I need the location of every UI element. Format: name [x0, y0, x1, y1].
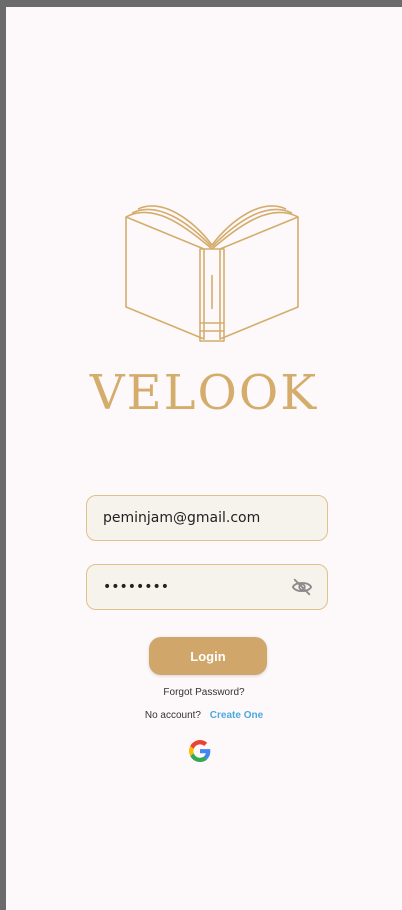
no-account-label: No account?	[144, 710, 201, 721]
login-button[interactable]: Login	[149, 637, 267, 675]
forgot-password-link[interactable]: Forgot Password?	[6, 687, 402, 698]
signup-row: No account? Create One	[6, 710, 402, 721]
login-screen: VELOOK Login Forgot Password? No account…	[6, 7, 402, 910]
open-book-icon	[112, 203, 312, 353]
email-input[interactable]	[101, 509, 313, 527]
create-account-link[interactable]: Create One	[210, 710, 263, 721]
brand-name: VELOOK	[89, 365, 319, 421]
email-field[interactable]	[86, 495, 328, 541]
password-field[interactable]	[86, 564, 328, 610]
eye-off-icon[interactable]	[290, 574, 313, 600]
password-input[interactable]	[101, 578, 291, 596]
google-icon[interactable]	[189, 740, 211, 762]
